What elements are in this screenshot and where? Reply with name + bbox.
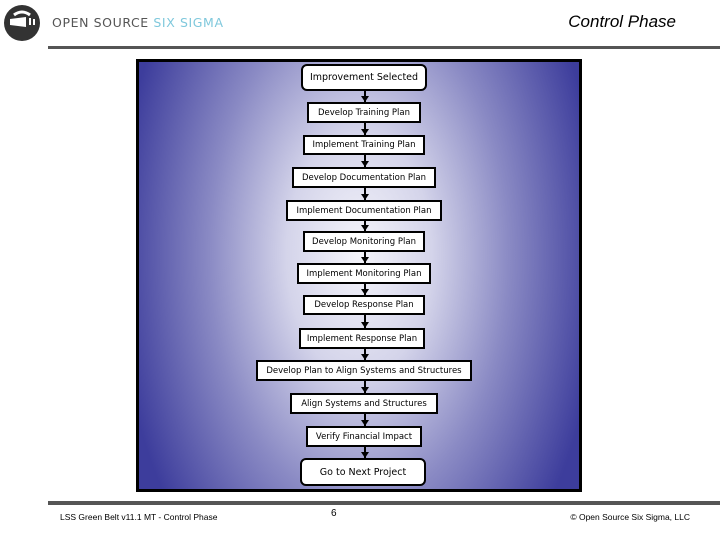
flow-arrow [361,284,369,295]
footer-course-label: LSS Green Belt v11.1 MT - Control Phase [60,512,218,522]
brand-name: OPEN SOURCE SIX SIGMA [52,15,224,30]
step-implement-training-plan: Implement Training Plan [303,135,425,155]
brand-primary: OPEN SOURCE [52,15,154,30]
flow-arrow [361,188,369,200]
step-verify-financial-impact: Verify Financial Impact [306,426,422,447]
step-implement-response-plan: Implement Response Plan [299,328,425,349]
step-go-to-next-project: Go to Next Project [300,458,426,486]
step-develop-response-plan: Develop Response Plan [303,295,425,315]
logo-icon [4,5,40,41]
step-develop-monitoring-plan: Develop Monitoring Plan [303,231,425,252]
step-implement-documentation-plan: Implement Documentation Plan [286,200,442,221]
step-develop-training-plan: Develop Training Plan [307,102,421,123]
flow-arrow [361,349,369,360]
control-phase-flowchart: Improvement Selected Develop Training Pl… [136,59,582,492]
flow-arrow [361,315,369,328]
step-develop-documentation-plan: Develop Documentation Plan [292,167,436,188]
footer-copyright: © Open Source Six Sigma, LLC [570,512,690,522]
flow-arrow [361,414,369,426]
footer-divider [48,501,720,505]
step-develop-plan-to-align: Develop Plan to Align Systems and Struct… [256,360,472,381]
flow-arrow [361,221,369,231]
step-align-systems: Align Systems and Structures [290,393,438,414]
step-implement-monitoring-plan: Implement Monitoring Plan [297,263,431,284]
page-title: Control Phase [568,12,676,31]
flow-arrow [361,91,369,102]
page-number: 6 [331,508,337,519]
step-improvement-selected: Improvement Selected [301,64,427,91]
flow-arrow [361,123,369,135]
header-divider [48,46,720,49]
flow-arrow [361,155,369,167]
flow-arrow [361,381,369,393]
flow-arrow [361,447,369,458]
brand-accent: SIX SIGMA [153,15,224,30]
flow-arrow [361,252,369,263]
